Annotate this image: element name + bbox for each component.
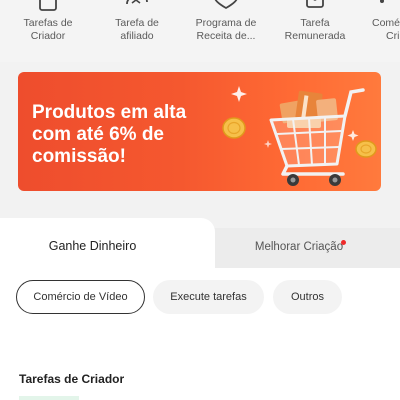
heart-shield-icon bbox=[212, 0, 240, 14]
tab-bar: Melhorar Criação Ganhe Dinheiro bbox=[0, 218, 400, 268]
promo-banner[interactable]: Produtos em alta com até 6% de comissão! bbox=[18, 72, 381, 191]
notification-dot bbox=[341, 240, 346, 245]
shopping-cart-illustration bbox=[222, 86, 377, 186]
chip-others[interactable]: Outros bbox=[273, 280, 342, 314]
nav-item-more[interactable]: Comé Cri bbox=[360, 0, 400, 62]
nav-label-line1: Tarefa de bbox=[115, 17, 159, 29]
banner-text: Produtos em alta com até 6% de comissão! bbox=[32, 102, 232, 168]
tab-label: Ganhe Dinheiro bbox=[48, 239, 137, 253]
nav-label-line2: afiliado bbox=[120, 30, 154, 42]
flag-icon bbox=[301, 0, 329, 14]
nav-item-revenue-program[interactable]: Programa de Receita de... bbox=[186, 0, 266, 62]
nav-label-line2: Remunerada bbox=[284, 30, 346, 42]
tab-earn-money[interactable]: Ganhe Dinheiro bbox=[0, 218, 215, 268]
list-item-peek bbox=[19, 396, 79, 400]
nav-item-creator-tasks[interactable]: Tarefas de Criador bbox=[8, 0, 88, 62]
nav-label-line2: Receita de... bbox=[196, 30, 256, 42]
nav-label-line1: Tarefas de bbox=[23, 17, 73, 29]
nav-item-affiliate-task[interactable]: Tarefa de afiliado bbox=[97, 0, 177, 62]
tab-label: Melhorar Criação bbox=[254, 241, 344, 253]
nav-label-line1: Comé bbox=[372, 17, 400, 29]
clipboard-icon bbox=[34, 0, 62, 14]
banner-line-1: Produtos em alta bbox=[32, 102, 187, 123]
tab-content: Comércio de Vídeo Execute tarefas Outros… bbox=[0, 268, 400, 400]
nav-label-line2: Cri bbox=[386, 30, 400, 42]
section-title: Tarefas de Criador bbox=[19, 372, 125, 386]
nav-label-line1: Programa de bbox=[195, 17, 257, 29]
chip-execute-tasks[interactable]: Execute tarefas bbox=[153, 280, 264, 314]
banner-line-2: com até 6% de bbox=[32, 124, 164, 145]
chip-video-commerce[interactable]: Comércio de Vídeo bbox=[16, 280, 145, 314]
nav-label-line2: Criador bbox=[30, 30, 66, 42]
top-nav: Tarefas de Criador Tarefa de afiliado Pr… bbox=[0, 0, 400, 62]
more-icon bbox=[376, 0, 400, 14]
nav-label-line1: Tarefa bbox=[300, 17, 330, 29]
affiliate-cloud-icon bbox=[123, 0, 151, 14]
tab-improve-creation[interactable]: Melhorar Criação bbox=[198, 228, 400, 268]
banner-line-3: comissão! bbox=[32, 146, 126, 167]
nav-item-paid-task[interactable]: Tarefa Remunerada bbox=[275, 0, 355, 62]
